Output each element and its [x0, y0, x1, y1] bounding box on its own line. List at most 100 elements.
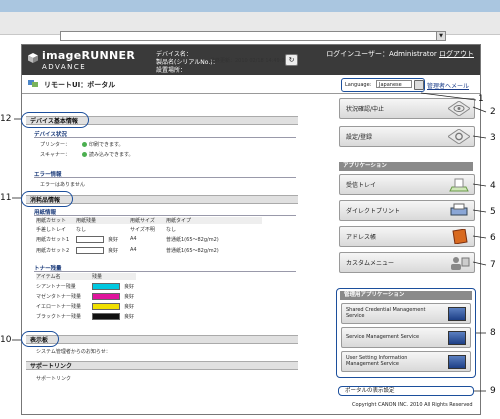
callout-11: 11	[0, 193, 12, 203]
mailbox-button[interactable]: 受信トレイ	[339, 174, 475, 195]
error-text: エラーはありません	[40, 182, 85, 188]
brand-subname: ADVANCE	[42, 63, 87, 71]
paper-row-level: 良好	[108, 248, 119, 254]
callout-10: 10	[0, 335, 12, 345]
toner-row-level: 良好	[124, 294, 135, 300]
copyright: Copyright CANON INC. 2010 All Rights Res…	[352, 402, 473, 408]
address-book-icon	[452, 229, 468, 244]
paper-row-name: 用紙カセット1	[36, 237, 70, 243]
browser-titlebar	[0, 0, 500, 12]
chevron-down-icon[interactable]: ▼	[436, 32, 445, 40]
scanner-status: 読み込みできます。	[82, 151, 134, 158]
applications-heading: アプリケーション	[339, 162, 473, 171]
paper-table-header: 用紙カセット 用紙残量 用紙サイズ 用紙タイプ	[36, 217, 262, 224]
paper-level-bar	[76, 247, 104, 254]
mail-admin-link[interactable]: 管理者へメール	[427, 81, 469, 90]
portal-titlebar: リモートUI：ポータル Language: Japanese 管理者へメール	[22, 75, 480, 94]
support-link[interactable]: サポートリンク	[36, 375, 71, 382]
settings-button[interactable]: 設定/登録	[339, 126, 475, 147]
mgmt-app-item[interactable]: User Setting Information Management Serv…	[341, 351, 471, 372]
callout-highlight-12	[21, 112, 89, 128]
paper-row-size: サイズ不明	[130, 227, 155, 233]
callout-7: 7	[490, 260, 496, 270]
refresh-icon: ↻	[288, 56, 295, 64]
printer-label: プリンター：	[40, 142, 71, 148]
address-book-button[interactable]: アドレス帳	[339, 226, 475, 247]
callout-8: 8	[490, 328, 496, 338]
printer-status: 印刷できます。	[82, 141, 124, 148]
paper-row-size: A4	[130, 236, 137, 242]
divider	[34, 177, 296, 178]
gear-icon	[448, 129, 470, 144]
language-label: Language:	[345, 82, 372, 88]
status-cancel-button[interactable]: 状況確認/中止	[339, 98, 475, 119]
scanner-label: スキャナー：	[40, 152, 71, 158]
paper-level-bar	[76, 236, 104, 243]
paper-row-type: 普通紙1(65〜82g/m2)	[166, 237, 219, 243]
callout-1: 1	[478, 94, 484, 104]
location-label: 設置場所：	[156, 67, 187, 74]
paper-row-type: なし	[166, 227, 177, 233]
mgmt-app-item[interactable]: Service Management Service	[341, 327, 471, 348]
divider	[34, 271, 296, 272]
toner-row-name: ブラックトナー残量	[36, 314, 82, 320]
section-notice: 表示板	[26, 335, 298, 344]
login-user: ログインユーザー：Administrator	[326, 50, 437, 58]
page-title: リモートUI：ポータル	[44, 81, 116, 89]
paper-row-size: A4	[130, 247, 137, 253]
toner-level-bar	[92, 293, 120, 300]
paper-row-name: 用紙カセット2	[36, 248, 70, 254]
toner-level-bar	[92, 303, 120, 310]
paper-row-level: なし	[76, 227, 87, 233]
last-update: 最終更新：2010 02/18 14:49:01	[210, 58, 288, 64]
toner-row-level: 良好	[124, 284, 135, 290]
app-window-icon	[448, 331, 466, 345]
inbox-icon	[449, 178, 469, 192]
language-selector: Language: Japanese	[341, 78, 425, 92]
brand-name: imageRUNNER	[42, 49, 136, 62]
callout-2: 2	[490, 107, 496, 117]
divider	[34, 137, 296, 138]
refresh-button[interactable]: ↻	[285, 54, 298, 66]
app-window-icon	[448, 355, 466, 369]
logo: imageRUNNER ADVANCE	[28, 49, 148, 73]
toner-level-bar	[92, 283, 120, 290]
callout-9: 9	[490, 386, 496, 396]
logout-link[interactable]: ログアウト	[439, 50, 474, 58]
ok-status-icon	[82, 142, 87, 147]
paper-row-name: 手差しトレイ	[36, 227, 67, 233]
login-info: ログインユーザー：Administrator ログアウト	[326, 49, 474, 59]
mgmt-app-item[interactable]: Shared Credential Management Service	[341, 303, 471, 324]
custom-menu-button[interactable]: カスタムメニュー	[339, 252, 475, 273]
notice-text: システム管理者からのお知らせ：	[36, 349, 111, 355]
toner-level-bar	[92, 313, 120, 320]
section-title: サポートリンク	[30, 363, 73, 370]
language-select[interactable]: Japanese	[376, 80, 412, 88]
eye-icon	[448, 101, 470, 116]
callout-5: 5	[490, 207, 496, 217]
callout-4: 4	[490, 181, 496, 191]
logo-cube-icon	[28, 53, 38, 63]
divider	[34, 215, 296, 216]
portal-settings-link[interactable]: ポータルの表示設定	[338, 386, 474, 396]
toner-row-name: イエロートナー残量	[36, 304, 81, 310]
toner-table-header: アイテム名 残量	[36, 273, 136, 280]
mgmt-app-heading: 管理用アプリケーション	[340, 291, 472, 300]
paper-row-type: 普通紙1(65〜82g/m2)	[166, 248, 219, 254]
ok-status-icon	[82, 152, 87, 157]
portal-icon	[28, 80, 38, 87]
section-support: サポートリンク	[26, 361, 298, 370]
callout-highlight-10	[21, 331, 59, 347]
toner-row-name: シアントナー残量	[36, 284, 76, 290]
callout-12: 12	[0, 114, 12, 124]
callout-6: 6	[490, 233, 496, 243]
toner-row-level: 良好	[124, 304, 135, 310]
user-icon	[451, 257, 470, 270]
address-bar[interactable]: ▼	[60, 31, 446, 41]
printer-icon	[450, 203, 468, 216]
app-window-icon	[448, 307, 466, 321]
direct-print-button[interactable]: ダイレクトプリント	[339, 200, 475, 221]
refresh-icon[interactable]	[414, 80, 424, 90]
callout-highlight-11	[21, 191, 73, 207]
paper-row-level: 良好	[108, 237, 119, 243]
